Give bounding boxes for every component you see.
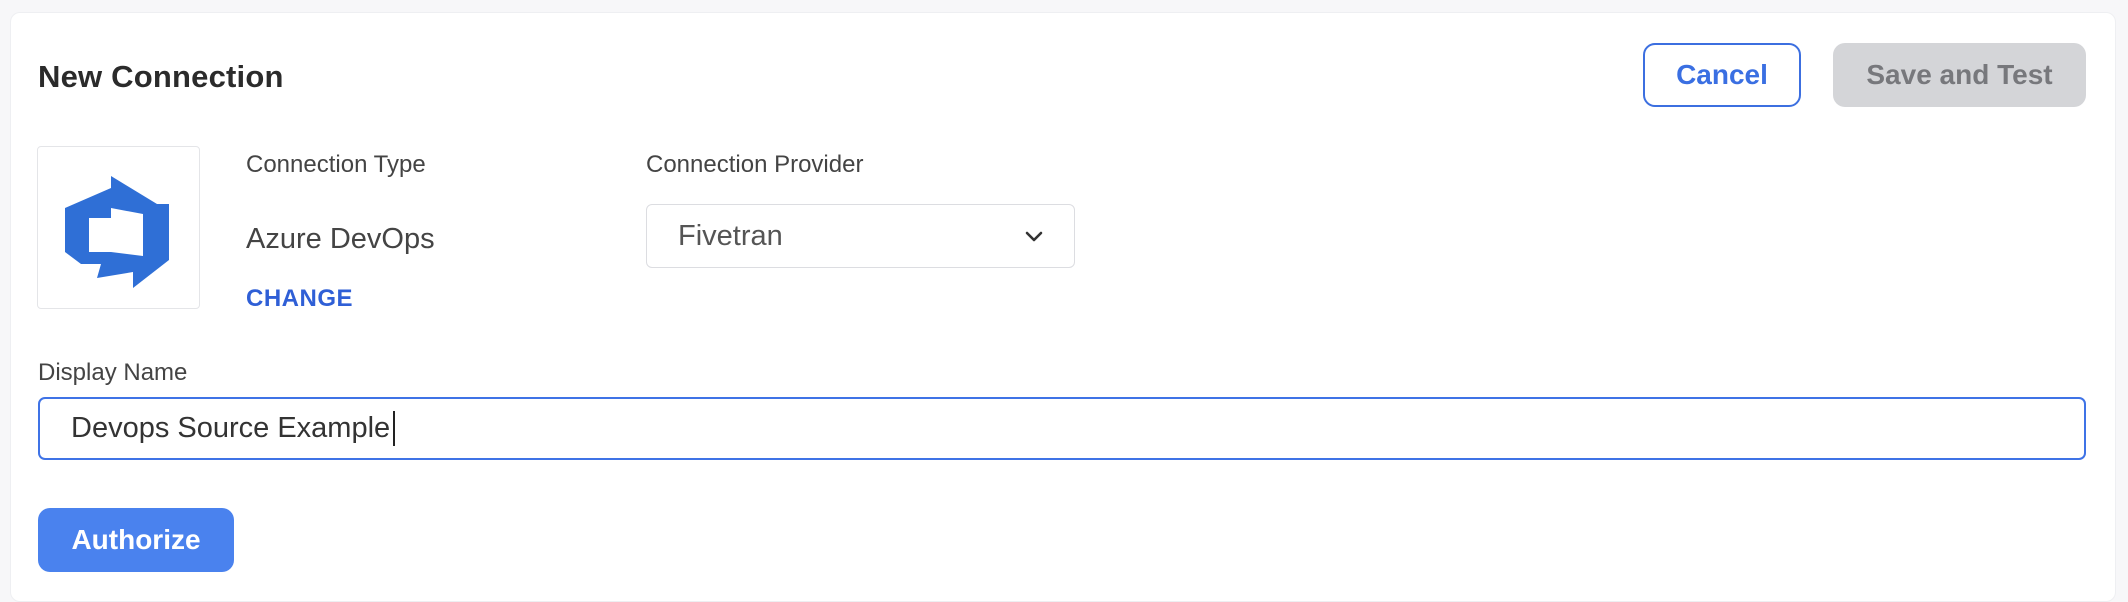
azure-devops-logo-icon (64, 175, 169, 288)
connection-type-logo (37, 146, 200, 309)
page-title: New Connection (38, 59, 284, 94)
cancel-button[interactable]: Cancel (1643, 43, 1801, 107)
authorize-button[interactable]: Authorize (38, 508, 234, 572)
connection-provider-select[interactable]: Fivetran (646, 204, 1075, 268)
change-connection-type-link[interactable]: CHANGE (246, 285, 353, 313)
chevron-down-icon (1025, 231, 1043, 242)
display-name-label: Display Name (38, 359, 188, 386)
connection-provider-label: Connection Provider (646, 151, 864, 178)
save-and-test-button[interactable]: Save and Test (1833, 43, 2086, 107)
display-name-input[interactable] (38, 397, 2086, 460)
connection-provider-value: Fivetran (678, 220, 783, 252)
text-cursor (393, 411, 395, 446)
connection-type-value: Azure DevOps (246, 223, 435, 255)
connection-type-label: Connection Type (246, 151, 426, 178)
